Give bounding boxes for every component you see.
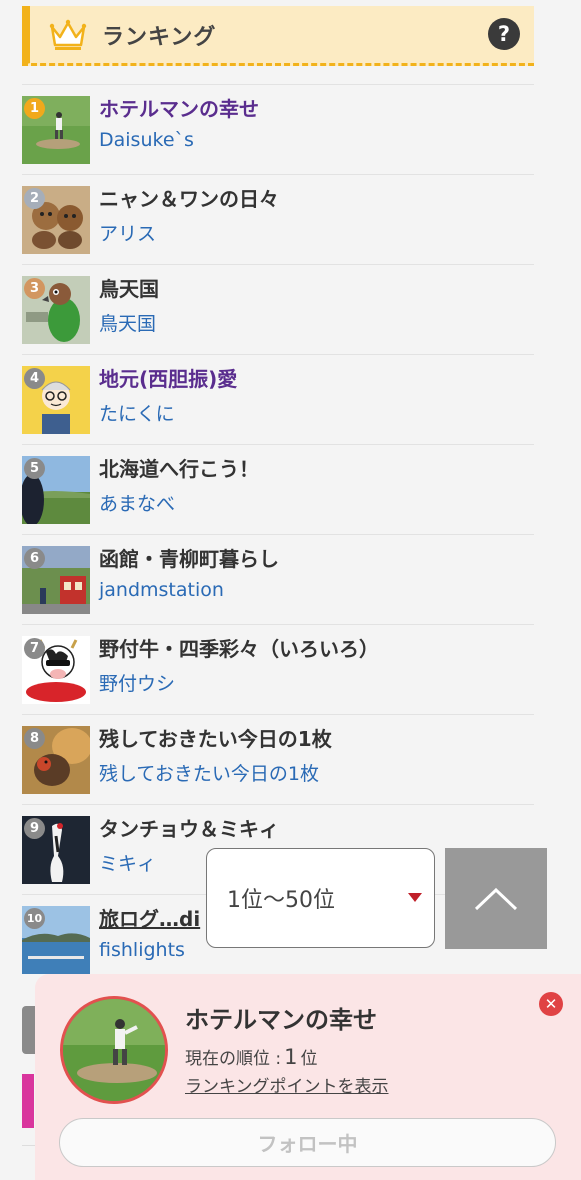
blog-title-link[interactable]: タンチョウ＆ミキィ xyxy=(99,813,279,842)
partial-button[interactable] xyxy=(22,1006,36,1054)
blog-thumbnail[interactable]: 4 xyxy=(22,366,90,434)
blog-title-link[interactable]: ニャン＆ワンの日々 xyxy=(99,183,279,212)
ranking-row[interactable]: 3 鳥天国 鳥天国 xyxy=(22,264,534,354)
crown-icon xyxy=(49,19,87,50)
rank-badge: 4 xyxy=(24,368,45,389)
blog-title-link[interactable]: 旅ログ…di xyxy=(99,903,200,932)
blog-title-link[interactable]: 鳥天国 xyxy=(99,273,159,302)
blog-author-link[interactable]: fishlights xyxy=(99,939,185,961)
follow-button[interactable]: フォロー中 xyxy=(59,1118,556,1167)
rank-badge: 6 xyxy=(24,548,45,569)
blog-author-link[interactable]: アリス xyxy=(99,219,156,246)
rank-badge: 8 xyxy=(24,728,45,749)
range-select-value: 1位〜50位 xyxy=(227,888,335,913)
blog-author-link[interactable]: 鳥天国 xyxy=(99,309,156,336)
caret-down-icon xyxy=(408,893,422,902)
scroll-top-button[interactable] xyxy=(445,848,547,949)
current-rank: 現在の順位 :1位 xyxy=(185,1044,318,1069)
avatar[interactable] xyxy=(60,996,168,1104)
chevron-up-icon xyxy=(474,887,518,910)
rank-badge: 5 xyxy=(24,458,45,479)
rank-badge: 10 xyxy=(24,908,45,929)
blog-thumbnail[interactable]: 9 xyxy=(22,816,90,884)
current-rank-suffix: 位 xyxy=(300,1049,318,1069)
ranking-row[interactable]: 5 北海道へ行こう！ あまなべ xyxy=(22,444,534,534)
ranking-row[interactable]: 7 野付牛・四季彩々（いろいろ） 野付ウシ xyxy=(22,624,534,714)
ranking-row[interactable]: 1 ホテルマンの幸せ Daisuke`s xyxy=(22,84,534,174)
blog-author-link[interactable]: jandmstation xyxy=(99,579,224,601)
blog-author-link[interactable]: たにくに xyxy=(99,399,175,426)
rank-badge: 9 xyxy=(24,818,45,839)
blog-title-link[interactable]: 函館・青柳町暮らし xyxy=(99,543,279,572)
rank-badge: 1 xyxy=(24,98,45,119)
ranking-range-select[interactable]: 1位〜50位 xyxy=(206,848,435,948)
rank-badge: 3 xyxy=(24,278,45,299)
ranking-row[interactable]: 2 ニャン＆ワンの日々 アリス xyxy=(22,174,534,264)
ranking-row[interactable]: 8 残しておきたい今日の1枚 残しておきたい今日の1枚 xyxy=(22,714,534,804)
blog-thumbnail[interactable]: 7 xyxy=(22,636,90,704)
close-icon[interactable]: ✕ xyxy=(539,992,563,1016)
rank-badge: 7 xyxy=(24,638,45,659)
current-rank-label: 現在の順位 : xyxy=(185,1049,282,1069)
blog-title-link[interactable]: 残しておきたい今日の1枚 xyxy=(99,723,332,752)
help-button[interactable]: ? xyxy=(488,18,520,50)
page-title: ランキング xyxy=(102,24,217,50)
partial-banner xyxy=(22,1074,34,1128)
blog-title-link[interactable]: 野付牛・四季彩々（いろいろ） xyxy=(99,633,379,662)
blog-follow-popup: ✕ ホテルマンの幸せ 現在の順位 :1位 ランキングポイントを表示 フォロー中 xyxy=(35,974,581,1180)
current-rank-value: 1 xyxy=(284,1045,298,1069)
divider xyxy=(22,1145,36,1146)
blog-thumbnail[interactable]: 1 xyxy=(22,96,90,164)
blog-author-link[interactable]: 野付ウシ xyxy=(99,669,175,696)
ranking-row[interactable]: 6 函館・青柳町暮らし jandmstation xyxy=(22,534,534,624)
blog-title-link[interactable]: 地元(西胆振)愛 xyxy=(99,363,237,392)
ranking-row[interactable]: 4 地元(西胆振)愛 たにくに xyxy=(22,354,534,444)
blog-author-link[interactable]: ミキィ xyxy=(99,849,156,876)
blog-author-link[interactable]: 残しておきたい今日の1枚 xyxy=(99,759,319,786)
blog-thumbnail[interactable]: 10 xyxy=(22,906,90,974)
ranking-header: ランキング ? xyxy=(22,6,534,66)
blog-title-link[interactable]: 北海道へ行こう！ xyxy=(99,453,259,482)
blog-thumbnail[interactable]: 5 xyxy=(22,456,90,524)
blog-author-link[interactable]: Daisuke`s xyxy=(99,129,194,151)
blog-thumbnail[interactable]: 2 xyxy=(22,186,90,254)
blog-title-link[interactable]: ホテルマンの幸せ xyxy=(99,93,259,122)
blog-thumbnail[interactable]: 3 xyxy=(22,276,90,344)
blog-thumbnail[interactable]: 8 xyxy=(22,726,90,794)
rank-badge: 2 xyxy=(24,188,45,209)
popup-blog-title: ホテルマンの幸せ xyxy=(185,1006,377,1034)
blog-author-link[interactable]: あまなべ xyxy=(99,489,175,516)
ranking-points-link[interactable]: ランキングポイントを表示 xyxy=(185,1072,389,1097)
blog-thumbnail[interactable]: 6 xyxy=(22,546,90,614)
